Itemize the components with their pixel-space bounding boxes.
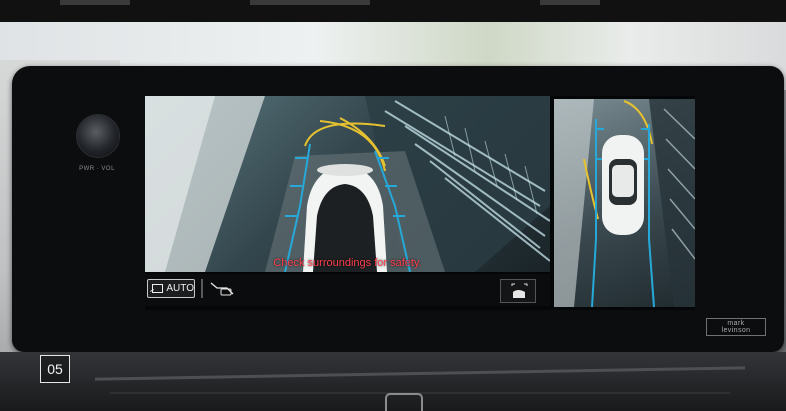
overhead-camera-graphics <box>554 99 695 307</box>
lower-control-knob <box>385 393 423 411</box>
car-dashboard-photo: PWR · VOL Check surroundings for safety.… <box>0 0 786 411</box>
camera-auto-icon <box>152 284 164 293</box>
auto-view-button[interactable]: AUTO <box>147 279 195 298</box>
knob-label: PWR · VOL <box>79 166 115 172</box>
mark-levinson-logo: mark levinson <box>706 318 766 336</box>
main-camera-view: Check surroundings for safety. <box>145 96 550 272</box>
auto-label: AUTO <box>166 283 194 294</box>
slide-number-badge: 05 <box>40 355 70 383</box>
car-top-icon <box>511 283 528 298</box>
power-volume-knob[interactable] <box>76 114 120 158</box>
safety-warning-text: Check surroundings for safety. <box>273 257 422 269</box>
main-camera-graphics <box>145 96 550 272</box>
camera-control-bar: AUTO <box>145 274 550 306</box>
camera-select-button[interactable] <box>500 279 536 303</box>
overhead-camera-view <box>554 99 695 307</box>
infotainment-screen: Check surroundings for safety. AUTO <box>145 96 695 310</box>
top-strip <box>0 0 786 22</box>
car-view-icon <box>210 282 234 296</box>
view-switch-button[interactable] <box>201 279 243 298</box>
